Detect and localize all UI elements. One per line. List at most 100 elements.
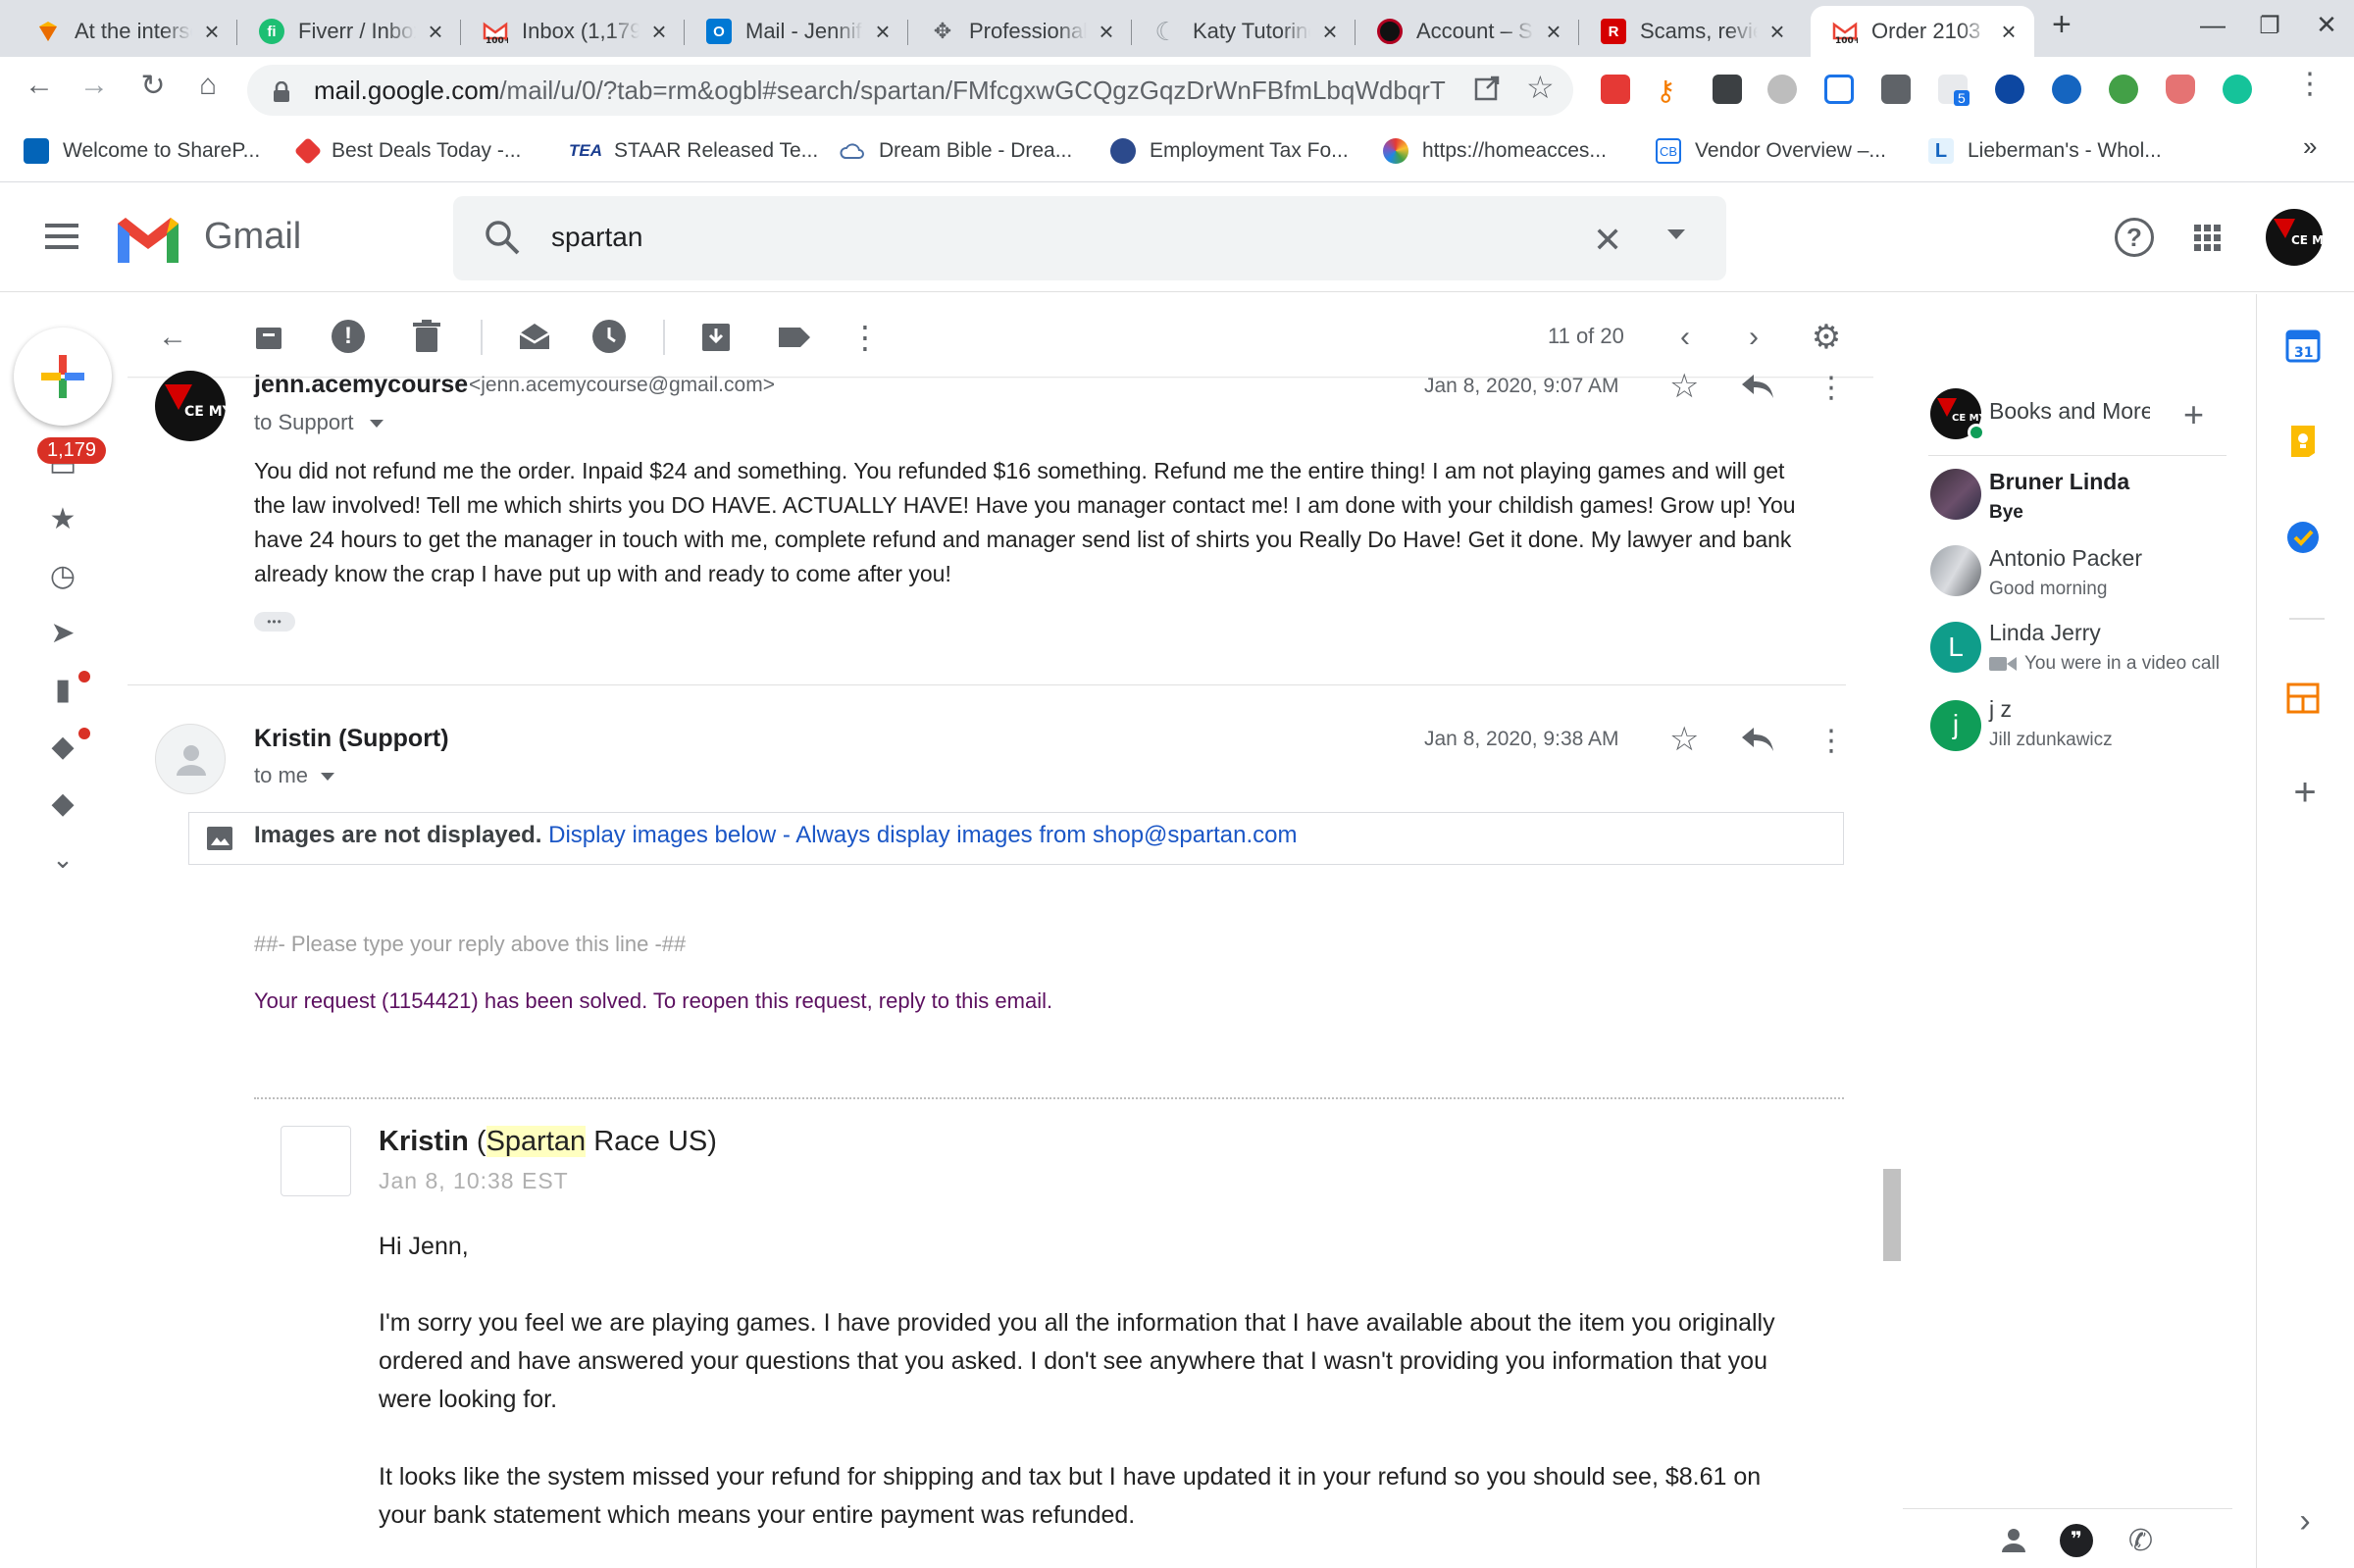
star-icon[interactable]: ☆ <box>1669 367 1699 406</box>
browser-tab-active[interactable]: 100+ Order 2103 × <box>1811 6 2034 57</box>
disk-extension-icon[interactable] <box>1767 75 1797 104</box>
reply-icon[interactable] <box>1740 726 1775 753</box>
back-to-list-icon[interactable]: ← <box>153 318 192 357</box>
reply-icon[interactable] <box>1740 373 1775 400</box>
bookmark-5[interactable]: Employment Tax Fo... <box>1110 133 1349 169</box>
star-icon[interactable]: ☆ <box>1669 720 1699 759</box>
address-bar[interactable]: mail.google.com/mail/u/0/?tab=rm&ogbl#se… <box>247 65 1573 116</box>
puzzle-extension-icon[interactable]: 5 <box>1938 75 1970 106</box>
bookmark-7[interactable]: CB Vendor Overview –... <box>1656 133 1886 169</box>
open-in-app-icon[interactable] <box>1471 73 1503 104</box>
more-bookmarks-icon[interactable]: » <box>2303 131 2317 162</box>
sent-icon[interactable]: ➤ <box>43 614 82 653</box>
mark-unread-icon[interactable] <box>518 322 551 351</box>
label-icon[interactable]: ◆ <box>43 728 82 767</box>
browser-menu-icon[interactable]: ⋮ <box>2295 67 2325 101</box>
contact-avatar[interactable]: L <box>1930 622 1981 673</box>
browser-tab-3[interactable]: 100+ Inbox (1,179) × <box>461 6 685 57</box>
bookmark-8[interactable]: L Lieberman's - Whol... <box>1928 133 2162 169</box>
back-icon[interactable]: ← <box>18 69 61 102</box>
close-tab-icon[interactable]: × <box>871 17 895 47</box>
grammarly-icon[interactable] <box>2223 75 2252 104</box>
download-extension-icon[interactable] <box>1713 75 1742 104</box>
browser-tab-8[interactable]: R Scams, reviews × <box>1579 6 1803 57</box>
close-tab-icon[interactable]: × <box>1542 17 1565 47</box>
contact-avatar[interactable] <box>1930 545 1981 596</box>
close-tab-icon[interactable]: × <box>1997 17 2021 47</box>
show-details-icon[interactable] <box>370 420 384 428</box>
new-conversation-icon[interactable]: + <box>2183 394 2204 435</box>
older-icon[interactable]: › <box>1734 318 1773 357</box>
contact-name[interactable]: Books and More <box>1989 398 2150 425</box>
shield-extension-icon[interactable] <box>2166 75 2195 104</box>
keep-icon[interactable] <box>2285 424 2325 463</box>
contact-name[interactable]: Bruner Linda <box>1989 469 2129 495</box>
new-tab-button[interactable]: + <box>2052 6 2072 44</box>
message-sender[interactable]: jenn.acemycourse <box>254 371 468 399</box>
delete-icon[interactable] <box>412 320 441 353</box>
calendar-icon[interactable]: 31 <box>2285 328 2325 367</box>
starred-icon[interactable]: ★ <box>43 500 82 539</box>
bookmark-2[interactable]: Best Deals Today -... <box>293 133 521 169</box>
restore-icon[interactable]: ❐ <box>2250 12 2289 40</box>
message-more-icon[interactable]: ⋮ <box>1817 724 1846 758</box>
contact-avatar[interactable]: j <box>1930 700 1981 751</box>
settings-gear-icon[interactable]: ⚙ <box>1807 318 1846 357</box>
browser-tab-5[interactable]: ✥ Professional × <box>908 6 1132 57</box>
close-tab-icon[interactable]: × <box>1766 17 1789 47</box>
snooze-icon[interactable] <box>592 320 626 353</box>
close-tab-icon[interactable]: × <box>1095 17 1118 47</box>
scrollbar-thumb[interactable] <box>1883 1169 1901 1261</box>
browser-tab-4[interactable]: O Mail - Jennifer × <box>685 6 908 57</box>
contact-name[interactable]: Linda Jerry <box>1989 620 2101 646</box>
show-details-icon[interactable] <box>321 773 334 781</box>
clear-search-icon[interactable]: ✕ <box>1593 220 1622 261</box>
show-side-panel-icon[interactable]: › <box>2285 1502 2325 1542</box>
always-display-images-link[interactable]: Always display images from shop@spartan.… <box>795 822 1297 848</box>
reload-icon[interactable]: ↻ <box>131 69 175 103</box>
contact-name[interactable]: j z <box>1989 696 2012 723</box>
screen-extension-icon[interactable] <box>1881 75 1911 104</box>
phone-icon[interactable]: ✆ <box>2128 1524 2153 1558</box>
snoozed-icon[interactable]: ◷ <box>43 557 82 596</box>
account-extension-icon[interactable] <box>1995 75 2024 104</box>
contact-name[interactable]: Antonio Packer <box>1989 545 2142 572</box>
recipient-details[interactable]: to Support <box>254 410 354 435</box>
display-images-link[interactable]: Display images below <box>548 822 776 848</box>
pdf-extension-icon[interactable] <box>1601 75 1630 104</box>
report-spam-icon[interactable]: ! <box>332 320 365 353</box>
bookmark-4[interactable]: Dream Bible - Drea... <box>840 133 1072 169</box>
message-more-icon[interactable]: ⋮ <box>1817 371 1846 405</box>
close-tab-icon[interactable]: × <box>424 17 447 47</box>
gmail-logo-icon[interactable] <box>114 214 182 267</box>
key-extension-icon[interactable]: ⚷ <box>1656 75 1685 106</box>
close-tab-icon[interactable]: × <box>200 17 224 47</box>
help-icon[interactable]: ? <box>2115 218 2154 257</box>
minimize-icon[interactable]: — <box>2193 10 2232 40</box>
labels-icon[interactable] <box>777 324 812 351</box>
tasks-icon[interactable] <box>2285 520 2325 559</box>
translate-extension-icon[interactable] <box>1824 75 1854 104</box>
main-menu-icon[interactable] <box>45 224 78 249</box>
browser-tab-2[interactable]: fi Fiverr / Inbox × <box>237 6 461 57</box>
more-actions-icon[interactable]: ⋮ <box>845 318 885 357</box>
compose-button[interactable] <box>14 328 112 426</box>
account-avatar[interactable]: CE MY <box>2266 209 2323 266</box>
addon-layout-icon[interactable] <box>2285 681 2325 720</box>
newer-icon[interactable]: ‹ <box>1665 318 1705 357</box>
close-window-icon[interactable]: ✕ <box>2307 10 2346 40</box>
browser-tab-7[interactable]: Account – S × <box>1356 6 1579 57</box>
close-tab-icon[interactable]: × <box>647 17 671 47</box>
show-trimmed-content-button[interactable]: ••• <box>254 612 295 632</box>
search-options-icon[interactable] <box>1667 229 1685 239</box>
bookmark-6[interactable]: https://homeacces... <box>1383 133 1607 169</box>
search-input[interactable]: spartan <box>551 222 642 253</box>
label-icon[interactable]: ◆ <box>43 784 82 824</box>
search-extension-icon[interactable] <box>2052 75 2081 104</box>
browser-tab-6[interactable]: ☾ Katy Tutoring × <box>1132 6 1356 57</box>
move-to-icon[interactable] <box>700 320 732 353</box>
close-tab-icon[interactable]: × <box>1318 17 1342 47</box>
bookmark-3[interactable]: TEA STAAR Released Te... <box>569 133 818 169</box>
drafts-icon[interactable]: ▮ <box>43 671 82 710</box>
search-icon[interactable] <box>483 218 522 257</box>
